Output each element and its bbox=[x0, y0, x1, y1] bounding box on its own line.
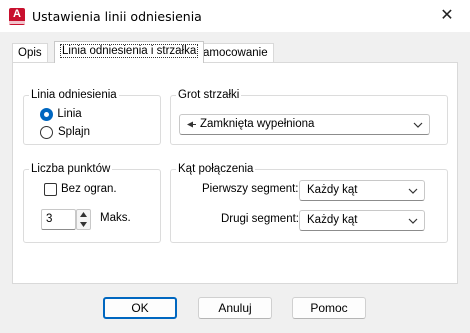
tab-leader-line-arrow[interactable]: Linia odniesienia i strzałka bbox=[54, 41, 205, 63]
first-segment-value: Każdy kąt bbox=[307, 184, 358, 196]
second-segment-select[interactable]: Każdy kąt bbox=[299, 210, 425, 231]
first-segment-label: Pierwszy segment: bbox=[202, 183, 299, 195]
autocad-app-icon: A bbox=[9, 8, 25, 25]
radio-linia-label[interactable]: LLinia bbox=[57, 108, 82, 120]
number-of-points-group-title: Liczba punktów bbox=[29, 162, 113, 176]
tab-opis[interactable]: Opis bbox=[12, 43, 48, 62]
radio-splajn[interactable] bbox=[40, 126, 53, 139]
number-of-points-group: Liczba punktów Bez ogran. 3 Maks. bbox=[23, 162, 161, 243]
connection-angle-group: Kąt połączenia Pierwszy segment: Każdy k… bbox=[170, 162, 448, 243]
window-title: Ustawienia linii odniesienia bbox=[32, 9, 202, 24]
arrowhead-select[interactable]: Zamknięta wypełniona bbox=[179, 114, 430, 135]
second-segment-value: Każdy kąt bbox=[307, 214, 358, 226]
help-button[interactable]: Pomoc bbox=[292, 297, 366, 319]
max-points-input[interactable]: 3 bbox=[41, 209, 76, 230]
radio-linia[interactable] bbox=[40, 108, 53, 121]
max-points-value: 3 bbox=[46, 213, 53, 225]
second-segment-label: Drugi segment: bbox=[221, 213, 299, 225]
max-label: Maks. bbox=[100, 212, 131, 224]
leader-line-group: Linia odniesienia LLinia Splajn bbox=[23, 88, 161, 145]
ok-button[interactable]: OK bbox=[103, 297, 177, 319]
cancel-button[interactable]: Anuluj bbox=[198, 297, 272, 319]
close-icon[interactable]: ✕ bbox=[424, 0, 470, 32]
chevron-down-icon bbox=[408, 218, 418, 224]
chevron-down-icon bbox=[413, 122, 423, 128]
arrowhead-group: Grot strzałki Zamknięta wypełniona bbox=[170, 88, 448, 145]
radio-splajn-label[interactable]: Splajn bbox=[58, 126, 90, 138]
max-points-spinner[interactable] bbox=[76, 209, 91, 230]
tab-panel: Linia odniesienia LLinia Splajn Grot str… bbox=[12, 62, 458, 284]
arrowhead-select-value: Zamknięta wypełniona bbox=[200, 118, 315, 130]
no-limit-label[interactable]: Bez ogran. bbox=[61, 183, 117, 195]
no-limit-checkbox[interactable] bbox=[44, 183, 57, 196]
leader-line-group-title: Linia odniesienia bbox=[29, 88, 119, 102]
title-bar: A Ustawienia linii odniesienia ✕ bbox=[0, 0, 470, 32]
connection-angle-group-title: Kąt połączenia bbox=[176, 162, 256, 176]
arrowhead-group-title: Grot strzałki bbox=[176, 88, 242, 102]
closed-filled-arrow-icon bbox=[187, 121, 196, 128]
chevron-down-icon bbox=[408, 188, 418, 194]
spin-down-icon[interactable] bbox=[77, 220, 90, 229]
spin-up-icon[interactable] bbox=[77, 210, 90, 219]
first-segment-select[interactable]: Każdy kąt bbox=[299, 180, 425, 201]
